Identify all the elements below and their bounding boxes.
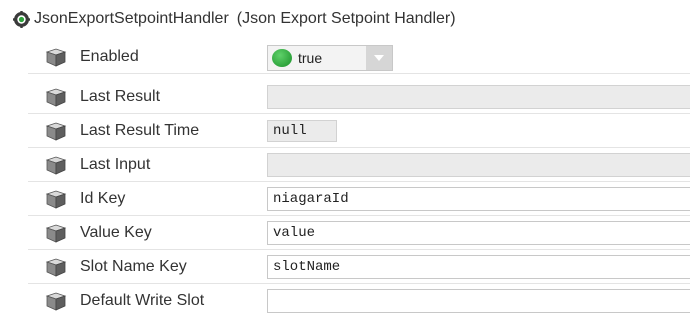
property-slot-icon	[45, 156, 67, 175]
dropdown-button[interactable]	[366, 46, 392, 70]
slot-label: Default Write Slot	[80, 292, 205, 309]
slot-label: Last Result	[80, 88, 161, 105]
component-gear-icon	[13, 11, 30, 28]
slot-label: Last Result Time	[80, 122, 200, 139]
component-title: JsonExportSetpointHandler (Json Export Se…	[34, 9, 456, 29]
slot-label: Last Input	[80, 156, 151, 173]
slot-row-default-write-slot: Default Write Slot	[28, 284, 690, 316]
slot-row-id-key: Id Key niagaraId	[28, 182, 690, 216]
slot-row-value-key: Value Key value	[28, 216, 690, 250]
component-name: JsonExportSetpointHandler	[34, 10, 229, 27]
property-slot-icon	[45, 258, 67, 277]
component-display-name: (Json Export Setpoint Handler)	[236, 10, 456, 27]
slot-name-key-input[interactable]: slotName	[267, 255, 690, 279]
enabled-select[interactable]: true	[267, 45, 393, 71]
chevron-down-icon	[374, 55, 384, 61]
slot-label: Value Key	[80, 224, 152, 241]
slot-row-slot-name-key: Slot Name Key slotName	[28, 250, 690, 284]
value-key-input[interactable]: value	[267, 221, 690, 245]
slot-row-enabled: Enabled true	[28, 40, 690, 74]
property-slot-icon	[45, 48, 67, 67]
slot-label: Id Key	[80, 190, 126, 207]
property-sheet: JsonExportSetpointHandler (Json Export Se…	[0, 0, 690, 316]
slot-row-last-result: Last Result	[28, 80, 690, 114]
last-result-time-field: null	[267, 120, 337, 142]
slot-row-last-result-time: Last Result Time null	[28, 114, 690, 148]
last-input-field	[267, 153, 690, 177]
last-result-field	[267, 85, 690, 109]
property-slot-icon	[45, 292, 67, 311]
status-led-icon	[272, 49, 292, 67]
default-write-slot-input[interactable]	[267, 289, 690, 313]
enabled-value: true	[298, 50, 323, 66]
component-header: JsonExportSetpointHandler (Json Export Se…	[0, 0, 690, 38]
slot-row-last-input: Last Input	[28, 148, 690, 182]
slot-label: Slot Name Key	[80, 258, 187, 275]
property-slot-icon	[45, 190, 67, 209]
property-slot-icon	[45, 224, 67, 243]
property-slot-icon	[45, 88, 67, 107]
property-slot-icon	[45, 122, 67, 141]
id-key-input[interactable]: niagaraId	[267, 187, 690, 211]
slot-label: Enabled	[80, 48, 139, 65]
